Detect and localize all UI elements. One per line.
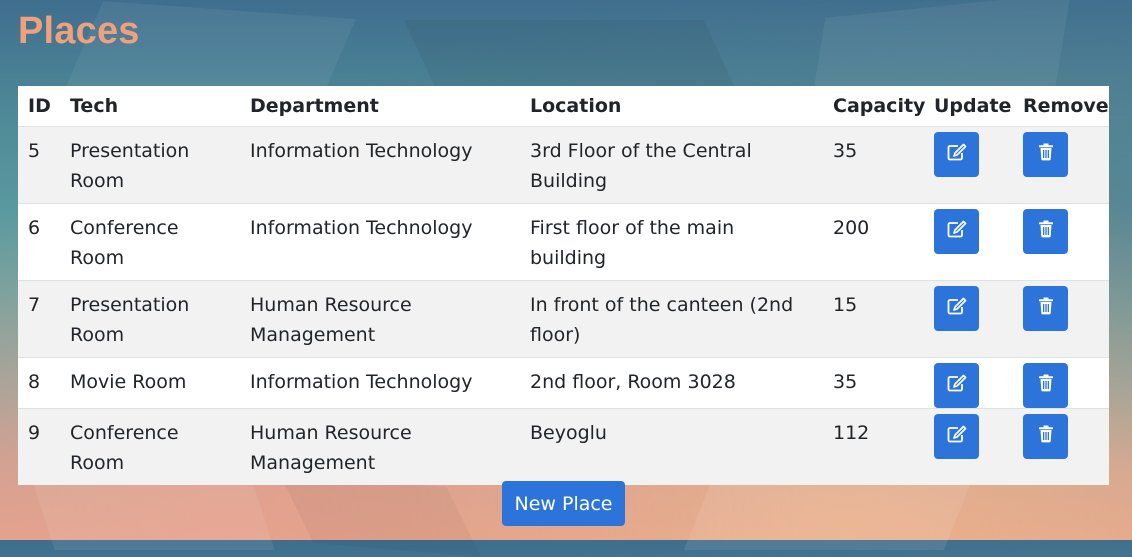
cell-location: 3rd Floor of the Central Building	[520, 126, 823, 204]
update-button[interactable]	[934, 209, 979, 254]
edit-icon	[947, 140, 967, 170]
trash-icon	[1038, 217, 1054, 247]
table-row: 7 Presentation Room Human Resource Manag…	[18, 280, 1109, 358]
cell-remove	[1013, 357, 1109, 409]
cell-update	[924, 408, 1013, 485]
cell-remove	[1013, 280, 1109, 358]
cell-tech: Presentation Room	[60, 126, 240, 204]
table-header-row: ID Tech Department Location Capacity Upd…	[18, 86, 1109, 127]
remove-button[interactable]	[1023, 132, 1068, 177]
cell-capacity: 15	[823, 280, 924, 358]
new-place-button[interactable]: New Place	[502, 481, 625, 526]
cell-department: Information Technology	[240, 126, 520, 204]
cell-tech: Conference Room	[60, 203, 240, 281]
cell-department: Information Technology	[240, 357, 520, 409]
cell-location: First floor of the main building	[520, 203, 823, 281]
cell-location: 2nd floor, Room 3028	[520, 357, 823, 409]
cell-capacity: 112	[823, 408, 924, 485]
edit-icon	[947, 371, 967, 401]
update-button[interactable]	[934, 363, 979, 408]
header-tech: Tech	[60, 86, 240, 127]
table-row: 8 Movie Room Information Technology 2nd …	[18, 357, 1109, 409]
cell-capacity: 200	[823, 203, 924, 281]
cell-id: 7	[18, 280, 60, 358]
remove-button[interactable]	[1023, 209, 1068, 254]
cell-remove	[1013, 408, 1109, 485]
update-button[interactable]	[934, 132, 979, 177]
table-row: 6 Conference Room Information Technology…	[18, 203, 1109, 281]
cell-update	[924, 203, 1013, 281]
cell-id: 6	[18, 203, 60, 281]
cell-update	[924, 357, 1013, 409]
cell-update	[924, 126, 1013, 204]
header-update: Update	[924, 86, 1013, 127]
trash-icon	[1038, 294, 1054, 324]
header-location: Location	[520, 86, 823, 127]
header-remove: Remove	[1013, 86, 1109, 127]
cell-capacity: 35	[823, 357, 924, 409]
places-table-container: ID Tech Department Location Capacity Upd…	[18, 86, 1109, 485]
trash-icon	[1038, 422, 1054, 452]
header-id: ID	[18, 86, 60, 127]
trash-icon	[1038, 371, 1054, 401]
cell-tech: Presentation Room	[60, 280, 240, 358]
remove-button[interactable]	[1023, 286, 1068, 331]
remove-button[interactable]	[1023, 414, 1068, 459]
remove-button[interactable]	[1023, 363, 1068, 408]
cell-id: 8	[18, 357, 60, 409]
update-button[interactable]	[934, 414, 979, 459]
places-table: ID Tech Department Location Capacity Upd…	[18, 86, 1109, 485]
header-department: Department	[240, 86, 520, 127]
cell-department: Information Technology	[240, 203, 520, 281]
table-row: 5 Presentation Room Information Technolo…	[18, 126, 1109, 204]
page-title: Places	[18, 10, 140, 52]
cell-id: 5	[18, 126, 60, 204]
header-capacity: Capacity	[823, 86, 925, 127]
trash-icon	[1038, 140, 1054, 170]
cell-id: 9	[18, 408, 60, 485]
edit-icon	[947, 422, 967, 452]
cell-remove	[1013, 203, 1109, 281]
cell-tech: Movie Room	[60, 357, 240, 409]
cell-capacity: 35	[823, 126, 924, 204]
cell-location: Beyoglu	[520, 408, 823, 485]
cell-department: Human Resource Management	[240, 408, 520, 485]
edit-icon	[947, 294, 967, 324]
cell-remove	[1013, 126, 1109, 204]
cell-department: Human Resource Management	[240, 280, 520, 358]
cell-update	[924, 280, 1013, 358]
update-button[interactable]	[934, 286, 979, 331]
edit-icon	[947, 217, 967, 247]
cell-tech: Conference Room	[60, 408, 240, 485]
cell-location: In front of the canteen (2nd floor)	[520, 280, 823, 358]
table-row: 9 Conference Room Human Resource Managem…	[18, 408, 1109, 485]
